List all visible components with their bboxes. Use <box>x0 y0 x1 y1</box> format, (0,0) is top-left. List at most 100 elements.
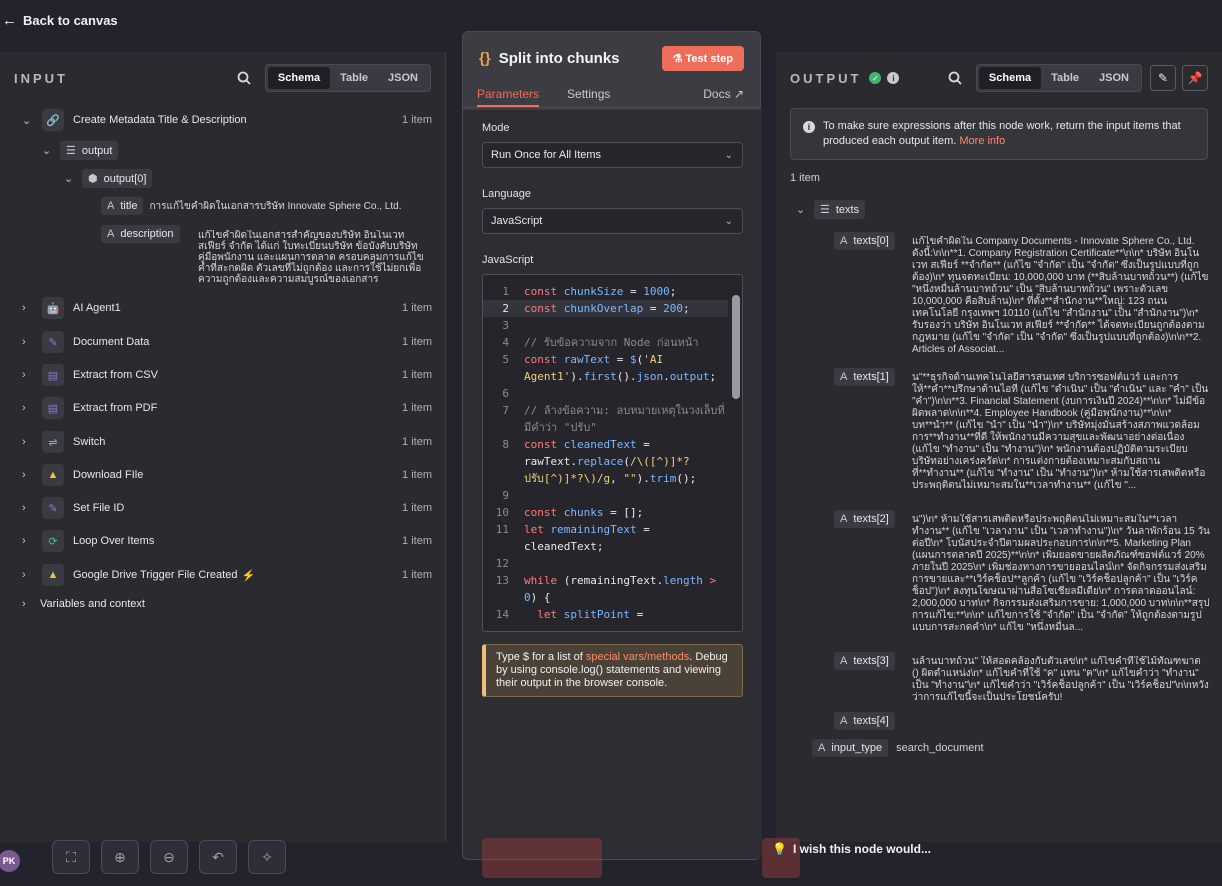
tree-field-title[interactable]: Atitle การแก้ไขคำผิดในเอกสารบริษัท Innov… <box>101 197 401 215</box>
more-info-link[interactable]: More info <box>959 135 1005 147</box>
test-step-button[interactable]: ⚗ Test step <box>661 45 744 71</box>
tree-node-count: 1 item <box>402 436 432 448</box>
tree-node-label: Document Data <box>73 336 150 348</box>
tree-node-label: Extract from CSV <box>73 369 158 381</box>
field-value: การแก้ไขคำผิดในเอกสารบริษัท Innovate Sph… <box>149 200 402 212</box>
code-editor[interactable]: 1 2 3 4 5 6 7 8 9 10 11 12 13 14 const chunkSize = 10… <box>482 274 743 632</box>
output-item[interactable]: Atexts[3] <box>834 652 895 670</box>
output-item[interactable]: Atexts[2] <box>834 510 895 528</box>
info-circle-icon: i <box>803 121 815 133</box>
tree-node[interactable]: › ✎ Set File ID 1 item <box>22 497 446 519</box>
tree-node[interactable]: › ▲ Google Drive Trigger File Created ⚡ 1 it… <box>22 564 446 586</box>
tree-node-label: Create Metadata Title & Description <box>73 114 247 126</box>
chevron-right-icon: › <box>22 469 26 481</box>
tree-node[interactable]: › ⇌ Switch 1 item <box>22 431 446 453</box>
search-icon[interactable] <box>947 70 963 86</box>
tree-node[interactable]: › 🤖 AI Agent1 1 item <box>22 297 446 319</box>
external-link-icon: ↗ <box>733 87 744 101</box>
undo-icon[interactable]: ↶ <box>199 840 237 874</box>
zoom-in-icon[interactable]: ⊕ <box>101 840 139 874</box>
variables-and-context[interactable]: › Variables and context <box>22 598 145 610</box>
field-value-description: แก้ไขคำผิดในเอกสารสำคัญของบริษัท อินโนเว… <box>198 230 424 285</box>
tree-node-create-metadata[interactable]: ⌄ 🔗 Create Metadata Title & Description … <box>22 109 446 131</box>
output-info-box: i To make sure expressions after this no… <box>790 108 1208 160</box>
string-type-icon: A <box>840 655 848 667</box>
switch-icon: ⇌ <box>42 431 64 453</box>
input-panel-title: INPUT <box>14 70 68 86</box>
chevron-right-icon: › <box>22 302 26 314</box>
chevron-right-icon: › <box>22 502 26 514</box>
code-scrollbar[interactable] <box>732 279 740 619</box>
feedback-prompt[interactable]: 💡 I wish this node would... <box>772 842 931 856</box>
tree-node-count: 1 item <box>402 302 432 314</box>
docs-link[interactable]: Docs ↗ <box>703 87 744 101</box>
output-view-table[interactable]: Table <box>1041 67 1089 89</box>
tree-node[interactable]: › ▲ Download FIle 1 item <box>22 464 446 486</box>
tree-field-texts[interactable]: ⌄ ☰ texts <box>796 200 866 219</box>
lightbulb-icon: 💡 <box>772 842 787 856</box>
special-vars-link[interactable]: special vars/methods <box>586 651 689 663</box>
chevron-down-icon: ⌄ <box>22 114 32 127</box>
string-type-icon: A <box>840 513 848 525</box>
fit-view-icon[interactable]: ⛶ <box>52 840 90 874</box>
node-name[interactable]: Split into chunks <box>499 50 620 67</box>
bolt-icon: ⚡ <box>241 569 256 582</box>
field-key: title <box>120 200 138 212</box>
chevron-down-icon: ⌄ <box>64 173 74 185</box>
tree-node-label: Loop Over Items <box>73 535 155 547</box>
output-item[interactable]: Atexts[4] <box>834 712 895 730</box>
tree-field-input-type[interactable]: Ainput_type search_document <box>812 739 984 757</box>
search-icon[interactable] <box>236 70 252 86</box>
tree-field-description[interactable]: Adescription <box>101 225 180 243</box>
tree-node-count: 1 item <box>402 369 432 381</box>
chevron-right-icon: › <box>22 369 26 381</box>
tree-node[interactable]: › ▤ Extract from CSV 1 item <box>22 364 446 386</box>
language-value: JavaScript <box>491 215 543 227</box>
output-item[interactable]: Atexts[0] <box>834 232 895 250</box>
tree-node-label: Switch <box>73 436 106 448</box>
pin-icon[interactable]: 📌 <box>1182 65 1208 91</box>
input-view-table[interactable]: Table <box>330 67 378 89</box>
loop-icon: ⟳ <box>42 530 64 552</box>
field-key: texts[1] <box>853 371 889 383</box>
cube-icon: ⬢ <box>88 173 98 185</box>
tree-node[interactable]: › ✎ Document Data 1 item <box>22 331 446 353</box>
mode-select[interactable]: Run Once for All Items ⌄ <box>482 142 743 168</box>
output-view-json[interactable]: JSON <box>1089 67 1139 89</box>
output-view-schema[interactable]: Schema <box>978 67 1042 89</box>
tree-node-count: 1 item <box>402 502 432 514</box>
field-key: output <box>81 144 113 157</box>
node-tabs: Parameters Settings Docs ↗ <box>463 84 760 108</box>
google-drive-icon: ▲ <box>42 564 64 586</box>
pencil-icon: ✎ <box>42 331 64 353</box>
tab-parameters[interactable]: Parameters <box>477 87 540 107</box>
output-item[interactable]: Atexts[1] <box>834 368 895 386</box>
zoom-out-icon[interactable]: ⊖ <box>150 840 188 874</box>
tidy-up-icon[interactable]: ✧ <box>248 840 286 874</box>
language-label: Language <box>482 188 531 200</box>
tree-node-count: 1 item <box>402 114 432 126</box>
output-item-count: 1 item <box>790 172 820 184</box>
field-key: texts <box>835 203 860 216</box>
edit-pencil-icon[interactable]: ✎ <box>1150 65 1176 91</box>
file-icon: ▤ <box>42 397 64 419</box>
tree-node[interactable]: › ⟳ Loop Over Items 1 item <box>22 530 446 552</box>
docs-label: Docs <box>703 87 731 101</box>
chevron-down-icon: ⌄ <box>796 204 806 216</box>
tree-node[interactable]: › ▤ Extract from PDF 1 item <box>22 397 446 419</box>
tree-field-output[interactable]: ⌄ ☰ output <box>42 141 119 160</box>
tree-field-output0[interactable]: ⌄ ⬢ output[0] <box>64 169 153 188</box>
chevron-right-icon: › <box>22 598 26 610</box>
tree-node-count: 1 item <box>402 535 432 547</box>
info-icon[interactable]: i <box>887 72 900 84</box>
back-to-canvas-link[interactable]: ← Back to canvas <box>2 12 118 29</box>
success-check-icon: ✓ <box>869 72 882 84</box>
feedback-label: I wish this node would... <box>792 842 931 856</box>
chevron-down-icon: ⌄ <box>724 149 733 161</box>
language-select[interactable]: JavaScript ⌄ <box>482 208 743 234</box>
string-type-icon: A <box>840 715 848 727</box>
input-view-json[interactable]: JSON <box>378 67 428 89</box>
output-item-value: น"**ธุรกิจด้านเทคโนโลยีสารสนเทศ บริการซอ… <box>912 372 1209 491</box>
tab-settings[interactable]: Settings <box>567 87 610 107</box>
input-view-schema[interactable]: Schema <box>267 67 331 89</box>
